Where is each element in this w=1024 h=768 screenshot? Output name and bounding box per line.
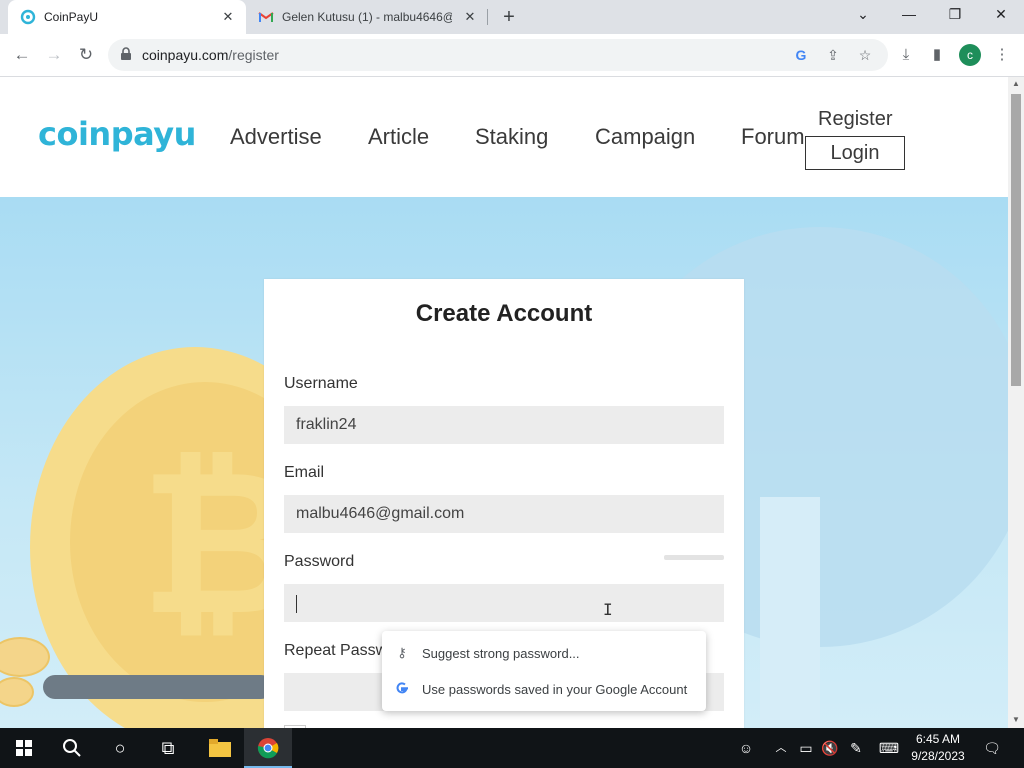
address-bar[interactable]: coinpayu.com/register G ⇪ ☆ <box>108 39 888 71</box>
forward-arrow-icon[interactable]: → <box>42 43 66 67</box>
windows-start-icon[interactable] <box>0 728 48 768</box>
cortana-icon[interactable]: ○ <box>96 728 144 768</box>
tab-title: Gelen Kutusu (1) - malbu4646@ <box>282 10 452 24</box>
tab-coinpayu[interactable]: CoinPayU ✕ <box>8 0 246 34</box>
new-tab-button[interactable]: + <box>498 6 520 28</box>
close-tab-icon[interactable]: ✕ <box>462 9 478 25</box>
reload-icon[interactable]: ↻ <box>74 43 98 67</box>
network-icon[interactable]: ▭ <box>796 728 816 768</box>
site-header: coinpayu Advertise Article Staking Campa… <box>0 77 1008 197</box>
option-label: Suggest strong password... <box>422 645 580 661</box>
system-clock[interactable]: 6:45 AM 9/28/2023 <box>905 731 971 765</box>
clock-time: 6:45 AM <box>915 732 961 746</box>
back-arrow-icon[interactable]: ← <box>10 43 34 67</box>
tab-divider <box>487 9 488 25</box>
option-label: Use passwords saved in your Google Accou… <box>422 681 688 697</box>
url-text: coinpayu.com/register <box>142 47 279 63</box>
task-view-icon[interactable]: ⧉ <box>144 728 192 768</box>
screen: { "browser": { "tabs": [ {"title": "Coin… <box>0 0 1024 768</box>
file-explorer-icon[interactable] <box>196 728 244 768</box>
nav-campaign[interactable]: Campaign <box>595 124 695 150</box>
nav-article[interactable]: Article <box>368 124 429 150</box>
tab-gmail[interactable]: Gelen Kutusu (1) - malbu4646@ ✕ <box>248 0 488 34</box>
username-label: Username <box>284 375 358 392</box>
close-window-button[interactable]: ✕ <box>978 0 1024 30</box>
google-icon <box>382 680 422 699</box>
nav-forum[interactable]: Forum <box>741 124 805 150</box>
keyboard-icon[interactable]: ⌨ <box>876 728 902 768</box>
password-autofill-popup: ⚷ Suggest strong password... Use passwor… <box>382 631 706 711</box>
page-scrollbar[interactable]: ▲ ▼ <box>1008 77 1024 728</box>
nav-advertise[interactable]: Advertise <box>230 124 322 150</box>
chrome-taskbar-icon[interactable] <box>244 728 292 768</box>
google-translate-icon[interactable]: G <box>792 46 810 64</box>
notifications-icon[interactable]: 🗨 <box>980 728 1004 768</box>
google-saved-passwords-option[interactable]: Use passwords saved in your Google Accou… <box>382 671 706 707</box>
browser-tab-strip: CoinPayU ✕ Gelen Kutusu (1) - malbu4646@… <box>0 0 1024 34</box>
email-label: Email <box>284 464 325 481</box>
password-field[interactable] <box>284 584 724 622</box>
decorative-shape <box>760 497 820 728</box>
url-domain: coinpayu.com <box>142 47 229 63</box>
tab-title: CoinPayU <box>44 10 99 24</box>
restore-button[interactable]: ❐ <box>932 0 978 30</box>
key-icon: ⚷ <box>397 645 407 660</box>
email-field[interactable]: malbu4646@gmail.com <box>284 495 724 533</box>
scroll-down-icon[interactable]: ▼ <box>1008 713 1024 727</box>
coinpayu-logo[interactable]: coinpayu <box>38 115 196 153</box>
search-icon[interactable] <box>48 728 96 768</box>
people-icon[interactable]: ☺ <box>735 728 757 768</box>
login-button[interactable]: Login <box>805 136 905 170</box>
side-panel-icon[interactable]: ▮ <box>926 44 948 66</box>
small-coin-illustration <box>0 637 50 677</box>
show-hidden-icons-icon[interactable]: ︿ <box>772 728 790 768</box>
scrollbar-thumb[interactable] <box>1011 94 1021 386</box>
windows-taskbar: ○ ⧉ ☺ ︿ ▭ 🔇 ✎ ⌨ 6:45 AM 9/28/2023 🗨 <box>0 728 1024 768</box>
ibeam-cursor-icon: I <box>603 600 613 619</box>
nav-staking[interactable]: Staking <box>475 124 548 150</box>
volume-muted-icon[interactable]: 🔇 <box>820 728 840 768</box>
register-link[interactable]: Register <box>818 108 892 131</box>
close-tab-icon[interactable]: ✕ <box>220 9 236 25</box>
form-title: Create Account <box>415 300 593 327</box>
password-strength-bar <box>664 555 724 560</box>
share-icon[interactable]: ⇪ <box>824 46 842 64</box>
download-icon[interactable]: ⤓ <box>895 44 917 66</box>
browser-toolbar: ← → ↻ coinpayu.com/register G ⇪ ☆ ⤓ ▮ c … <box>0 34 1024 77</box>
scroll-up-icon[interactable]: ▲ <box>1008 77 1024 91</box>
password-label: Password <box>284 553 355 570</box>
profile-avatar[interactable]: c <box>959 44 981 66</box>
tab-search-button[interactable]: ⌄ <box>840 0 886 30</box>
menu-dots-icon[interactable]: ⋮ <box>991 44 1013 66</box>
username-field[interactable]: fraklin24 <box>284 406 724 444</box>
small-coin-illustration <box>0 677 34 707</box>
bookmark-star-icon[interactable]: ☆ <box>856 46 874 64</box>
decorative-bar <box>43 675 273 699</box>
coinpayu-favicon-icon <box>20 9 36 25</box>
gmail-favicon-icon <box>258 12 274 22</box>
lock-icon <box>121 47 131 60</box>
url-path: /register <box>228 47 279 63</box>
text-caret <box>296 595 297 613</box>
repeat-password-label: Repeat Passw <box>284 642 388 659</box>
minimize-button[interactable]: — <box>886 0 932 30</box>
pen-icon[interactable]: ✎ <box>846 728 866 768</box>
clock-date: 9/28/2023 <box>911 749 965 763</box>
suggest-password-option[interactable]: ⚷ Suggest strong password... <box>382 635 706 671</box>
